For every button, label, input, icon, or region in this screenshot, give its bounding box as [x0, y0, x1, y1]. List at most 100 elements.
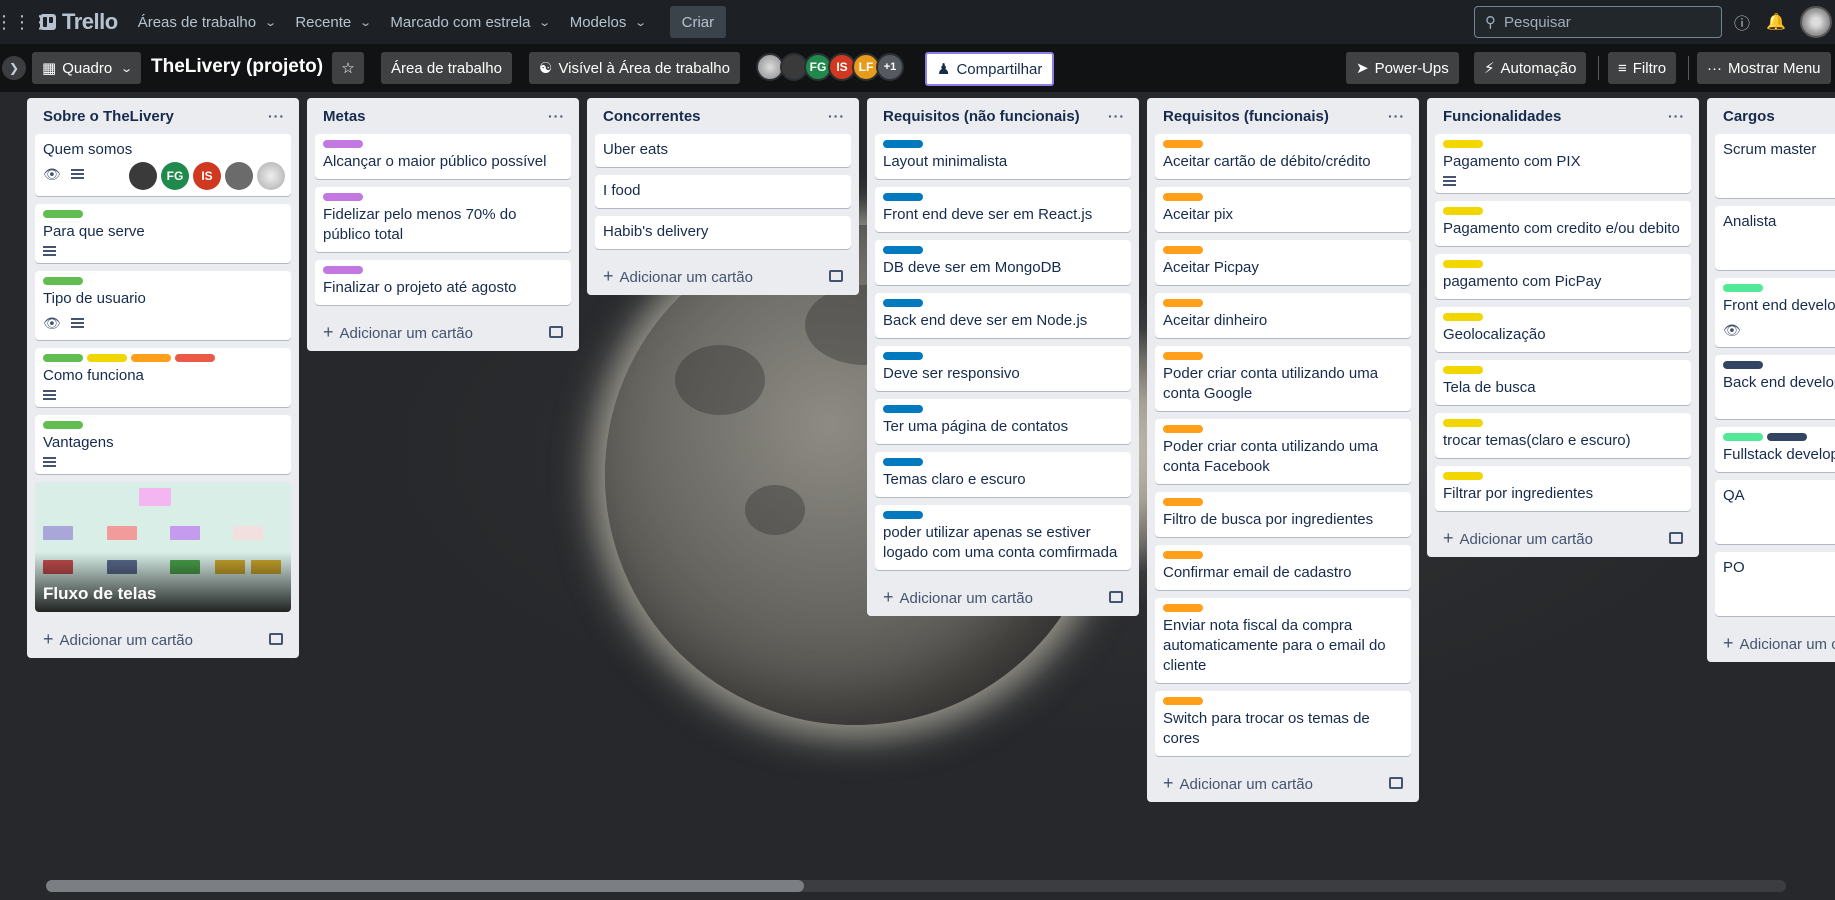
- add-card-button[interactable]: + Adicionar um cartão: [1435, 519, 1691, 557]
- card[interactable]: DB deve ser em MongoDB: [875, 240, 1131, 285]
- more-members-button[interactable]: +1: [876, 53, 904, 81]
- menu-starred[interactable]: Marcado com estrela ⌄: [380, 6, 559, 38]
- card[interactable]: Poder criar conta utilizando uma conta F…: [1155, 419, 1411, 484]
- list-title[interactable]: Concorrentes: [603, 108, 701, 125]
- card[interactable]: Aceitar Picpay: [1155, 240, 1411, 285]
- expand-sidebar-icon[interactable]: ❯: [2, 56, 26, 80]
- list-title[interactable]: Metas: [323, 108, 366, 125]
- card[interactable]: Filtrar por ingredientes: [1435, 466, 1691, 511]
- menu-templates[interactable]: Modelos ⌄: [560, 6, 656, 38]
- card[interactable]: Scrum master: [1715, 134, 1835, 198]
- list-title[interactable]: Cargos: [1723, 108, 1775, 125]
- list-title[interactable]: Funcionalidades: [1443, 108, 1561, 125]
- list-menu-icon[interactable]: ···: [1108, 108, 1125, 124]
- automation-button[interactable]: ⚡ Automação: [1474, 52, 1587, 84]
- template-icon[interactable]: [549, 326, 563, 338]
- card[interactable]: Habib's delivery: [595, 216, 851, 249]
- add-card-button[interactable]: + Adicionar um c: [1715, 624, 1835, 662]
- list-menu-icon[interactable]: ···: [1388, 108, 1405, 124]
- card[interactable]: Enviar nota fiscal da compra automaticam…: [1155, 598, 1411, 683]
- view-switcher[interactable]: ▦ Quadro ⌄: [32, 52, 142, 84]
- card[interactable]: trocar temas(claro e escuro): [1435, 413, 1691, 458]
- card[interactable]: Pagamento com PIX: [1435, 134, 1691, 193]
- list-menu-icon[interactable]: ···: [1668, 108, 1685, 124]
- card[interactable]: Fullstack develope: [1715, 427, 1835, 472]
- card[interactable]: Temas claro e escuro: [875, 452, 1131, 497]
- template-icon[interactable]: [1669, 532, 1683, 544]
- card[interactable]: poder utilizar apenas se estiver logado …: [875, 505, 1131, 570]
- card[interactable]: Switch para trocar os temas de cores: [1155, 691, 1411, 756]
- template-icon[interactable]: [269, 633, 283, 645]
- card[interactable]: Ter uma página de contatos: [875, 399, 1131, 444]
- add-card-button[interactable]: + Adicionar um cartão: [315, 313, 571, 351]
- list-menu-icon[interactable]: ···: [548, 108, 565, 124]
- bell-icon[interactable]: 🔔: [1762, 8, 1790, 36]
- chevron-down-icon: ⌄: [264, 16, 278, 29]
- list-menu-icon[interactable]: ···: [828, 108, 845, 124]
- card[interactable]: Analista: [1715, 206, 1835, 270]
- powerups-button[interactable]: ➤ Power-Ups: [1346, 52, 1459, 84]
- add-card-button[interactable]: + Adicionar um cartão: [1155, 764, 1411, 802]
- card[interactable]: Uber eats: [595, 134, 851, 167]
- add-card-button[interactable]: + Adicionar um cartão: [595, 257, 851, 295]
- card[interactable]: pagamento com PicPay: [1435, 254, 1691, 299]
- card[interactable]: Deve ser responsivo: [875, 346, 1131, 391]
- card[interactable]: Para que serve: [35, 204, 291, 263]
- search-input[interactable]: ⚲ Pesquisar: [1474, 6, 1722, 38]
- account-avatar[interactable]: [1800, 6, 1832, 38]
- card[interactable]: Back end develop: [1715, 355, 1835, 419]
- card[interactable]: Confirmar email de cadastro: [1155, 545, 1411, 590]
- card[interactable]: Aceitar pix: [1155, 187, 1411, 232]
- card[interactable]: Front end deve ser em React.js: [875, 187, 1131, 232]
- filter-button[interactable]: ≡ Filtro: [1608, 52, 1677, 84]
- list-title[interactable]: Requisitos (funcionais): [1163, 108, 1329, 125]
- list-title[interactable]: Requisitos (não funcionais): [883, 108, 1080, 125]
- card[interactable]: Fidelizar pelo menos 70% do público tota…: [315, 187, 571, 252]
- card[interactable]: Finalizar o projeto até agosto: [315, 260, 571, 305]
- card[interactable]: Front end develop 👁: [1715, 278, 1835, 347]
- member-avatar[interactable]: FG: [161, 162, 189, 190]
- member-avatar[interactable]: IS: [193, 162, 221, 190]
- info-icon[interactable]: ⓘ: [1728, 8, 1756, 36]
- workspace-button[interactable]: Área de trabalho: [381, 52, 512, 84]
- card[interactable]: Como funciona: [35, 348, 291, 407]
- board-title[interactable]: TheLivery (projeto): [151, 56, 323, 78]
- card[interactable]: Back end deve ser em Node.js: [875, 293, 1131, 338]
- show-menu-button[interactable]: ··· Mostrar Menu: [1697, 52, 1831, 84]
- add-card-button[interactable]: + Adicionar um cartão: [875, 578, 1131, 616]
- list-title[interactable]: Sobre o TheLivery: [43, 108, 174, 125]
- menu-workspaces[interactable]: Áreas de trabalho ⌄: [128, 6, 286, 38]
- card[interactable]: Layout minimalista: [875, 134, 1131, 179]
- card[interactable]: Quem somos 👁 FG IS: [35, 134, 291, 196]
- card[interactable]: I food: [595, 175, 851, 208]
- scrollbar-thumb[interactable]: [46, 880, 804, 892]
- card[interactable]: Aceitar cartão de débito/crédito: [1155, 134, 1411, 179]
- card[interactable]: Filtro de busca por ingredientes: [1155, 492, 1411, 537]
- card[interactable]: Alcançar o maior público possível: [315, 134, 571, 179]
- add-card-button[interactable]: + Adicionar um cartão: [35, 620, 291, 658]
- template-icon[interactable]: [1389, 777, 1403, 789]
- list-menu-icon[interactable]: ···: [268, 108, 285, 124]
- app-switcher-icon[interactable]: ⋮⋮⋮: [0, 8, 49, 36]
- member-avatar[interactable]: [225, 162, 253, 190]
- create-button[interactable]: Criar: [669, 6, 727, 38]
- trello-logo[interactable]: Trello: [40, 9, 118, 35]
- card[interactable]: Geolocalização: [1435, 307, 1691, 352]
- card[interactable]: QA: [1715, 480, 1835, 544]
- card[interactable]: Aceitar dinheiro: [1155, 293, 1411, 338]
- template-icon[interactable]: [1109, 591, 1123, 603]
- share-button[interactable]: ♟ Compartilhar: [925, 52, 1055, 86]
- card-with-cover[interactable]: Fluxo de telas: [35, 482, 291, 612]
- template-icon[interactable]: [829, 270, 843, 282]
- card[interactable]: Tipo de usuario 👁: [35, 271, 291, 340]
- card[interactable]: PO: [1715, 552, 1835, 616]
- menu-recent[interactable]: Recente ⌄: [285, 6, 380, 38]
- member-avatar[interactable]: [257, 162, 285, 190]
- star-board-button[interactable]: ☆: [332, 52, 364, 84]
- card[interactable]: Tela de busca: [1435, 360, 1691, 405]
- card[interactable]: Vantagens: [35, 415, 291, 474]
- card[interactable]: Poder criar conta utilizando uma conta G…: [1155, 346, 1411, 411]
- member-avatar[interactable]: [129, 162, 157, 190]
- visibility-button[interactable]: ☯ Visível à Área de trabalho: [529, 52, 740, 84]
- card[interactable]: Pagamento com credito e/ou debito: [1435, 201, 1691, 246]
